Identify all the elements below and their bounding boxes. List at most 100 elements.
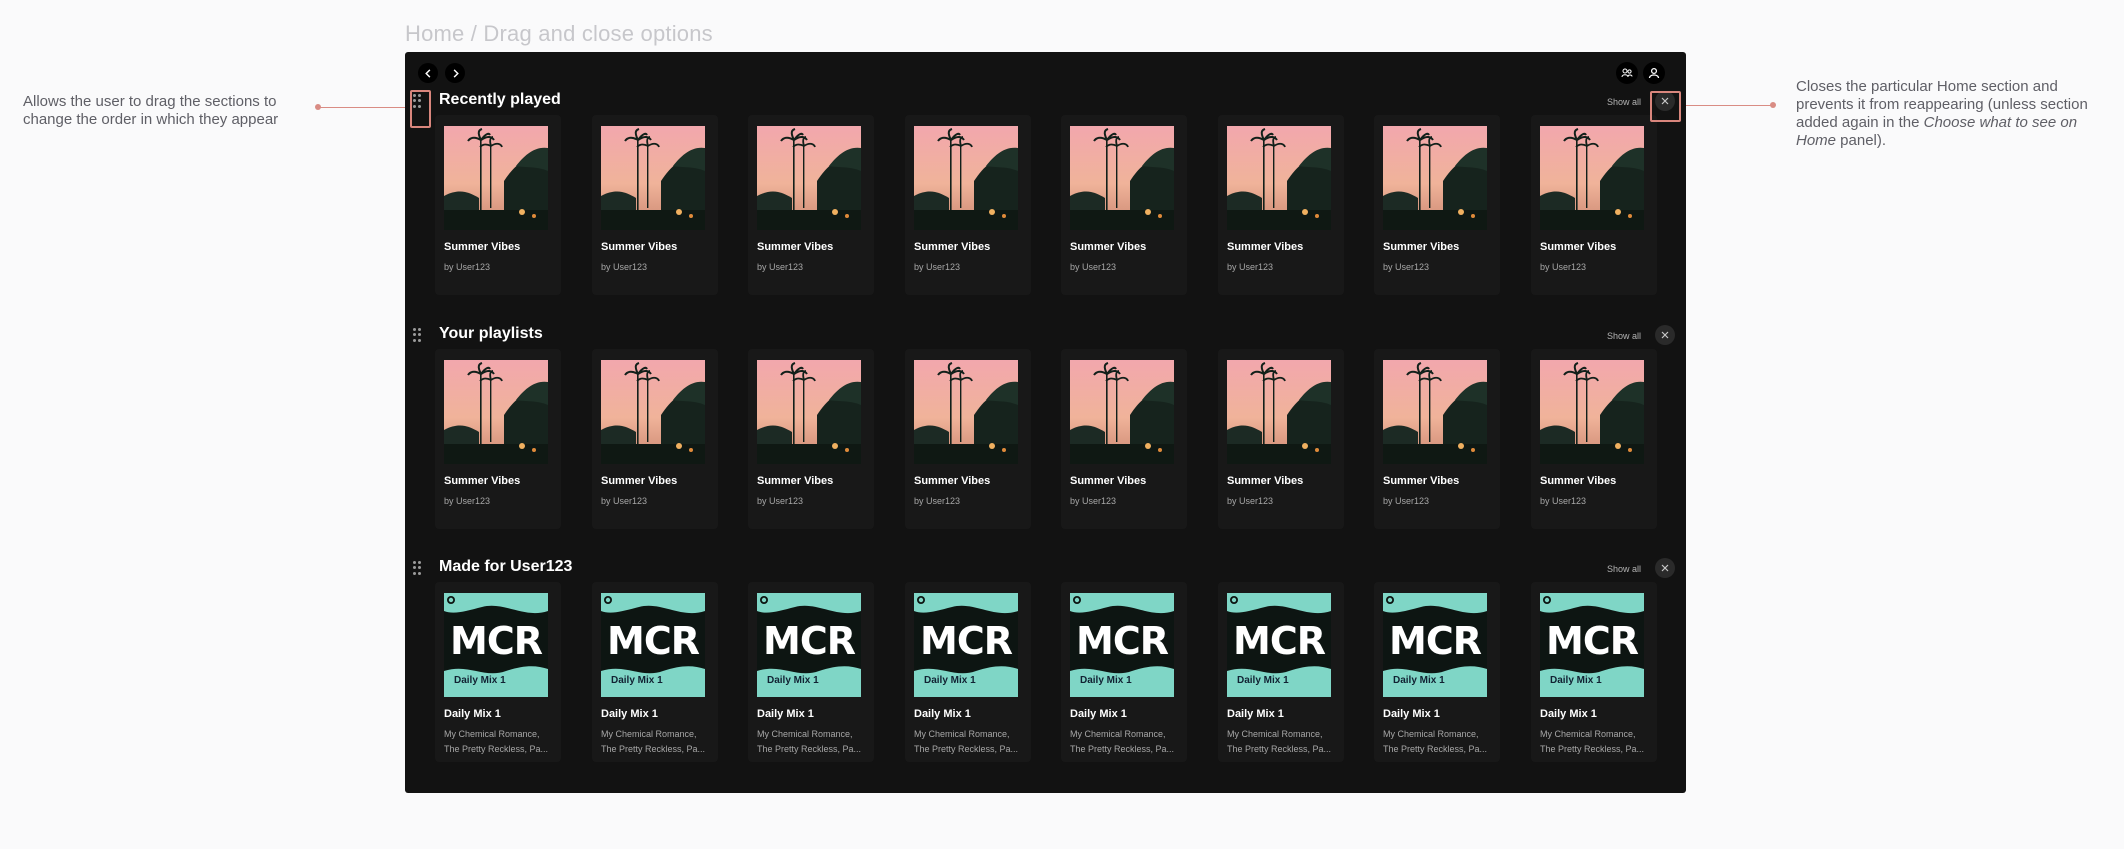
playlist-card[interactable]: Summer Vibes by User123 (1218, 115, 1344, 295)
user-button[interactable] (1643, 62, 1665, 84)
card-subtitle: by User123 (444, 262, 491, 272)
card-subtitle-line: My Chemical Romance, (1070, 729, 1166, 739)
summer-vibes-cover-image (601, 360, 705, 464)
card-subtitle: My Chemical Romance, The Pretty Reckless,… (1227, 727, 1335, 757)
cover-label: Daily Mix 1 (924, 675, 976, 686)
card-cover (757, 360, 861, 464)
card-cover (757, 126, 861, 230)
home-section: Recently played Show all Summer Vibes by … (405, 85, 1686, 319)
playlist-card[interactable]: MCR Daily Mix 1 Daily Mix 1 My Chemical Rom… (905, 582, 1031, 762)
card-cover (1540, 360, 1644, 464)
playlist-card[interactable]: Summer Vibes by User123 (435, 115, 561, 295)
playlist-card[interactable]: Summer Vibes by User123 (748, 115, 874, 295)
card-subtitle: by User123 (1070, 262, 1117, 272)
playlist-card[interactable]: Summer Vibes by User123 (1374, 349, 1500, 529)
card-subtitle-line: The Pretty Reckless, Pa... (1227, 744, 1332, 754)
show-all-link[interactable]: Show all (1607, 97, 1641, 107)
playlist-card[interactable]: Summer Vibes by User123 (905, 115, 1031, 295)
card-subtitle: by User123 (914, 262, 961, 272)
card-cover: MCR Daily Mix 1 (1227, 593, 1331, 697)
section-title: Recently played (439, 91, 561, 108)
cover-label: Daily Mix 1 (1393, 675, 1445, 686)
card-cover: MCR Daily Mix 1 (444, 593, 548, 697)
card-subtitle-line: My Chemical Romance, (444, 729, 540, 739)
forward-button[interactable] (445, 63, 465, 83)
section-title: Your playlists (439, 325, 543, 342)
card-cover (1383, 360, 1487, 464)
drag-handle-icon[interactable] (413, 328, 421, 342)
card-title: Summer Vibes (914, 475, 991, 487)
card-subtitle: by User123 (1540, 262, 1587, 272)
summer-vibes-cover-image (914, 360, 1018, 464)
card-cover (601, 126, 705, 230)
playlist-card[interactable]: Summer Vibes by User123 (1531, 349, 1657, 529)
playlist-card[interactable]: MCR Daily Mix 1 Daily Mix 1 My Chemical Rom… (592, 582, 718, 762)
card-title: Summer Vibes (1540, 475, 1617, 487)
annotation-close-line (1683, 105, 1773, 106)
close-section-button[interactable] (1655, 325, 1675, 345)
cover-word: MCR (1076, 619, 1169, 663)
card-cover (444, 126, 548, 230)
playlist-card[interactable]: Summer Vibes by User123 (592, 115, 718, 295)
card-subtitle: by User123 (1227, 496, 1274, 506)
card-title: Summer Vibes (1227, 475, 1304, 487)
close-section-button[interactable] (1655, 558, 1675, 578)
card-subtitle: by User123 (757, 496, 804, 506)
section-title: Made for User123 (439, 558, 573, 575)
card-title: Summer Vibes (1383, 475, 1460, 487)
home-section: Your playlists Show all Summer Vibes by U… (405, 319, 1686, 553)
card-subtitle: by User123 (1383, 262, 1430, 272)
cover-label: Daily Mix 1 (1550, 675, 1602, 686)
card-subtitle-line: The Pretty Reckless, Pa... (1383, 744, 1488, 754)
playlist-card[interactable]: Summer Vibes by User123 (1061, 115, 1187, 295)
playlist-card[interactable]: Summer Vibes by User123 (592, 349, 718, 529)
playlist-card[interactable]: Summer Vibes by User123 (905, 349, 1031, 529)
summer-vibes-cover-image (757, 126, 861, 230)
playlist-card[interactable]: Summer Vibes by User123 (1374, 115, 1500, 295)
show-all-link[interactable]: Show all (1607, 331, 1641, 341)
playlist-card[interactable]: MCR Daily Mix 1 Daily Mix 1 My Chemical Rom… (1374, 582, 1500, 762)
card-title: Summer Vibes (1070, 475, 1147, 487)
playlist-card[interactable]: Summer Vibes by User123 (1061, 349, 1187, 529)
playlist-card[interactable]: MCR Daily Mix 1 Daily Mix 1 My Chemical Rom… (1218, 582, 1344, 762)
close-icon (1661, 564, 1669, 572)
card-title: Summer Vibes (757, 475, 834, 487)
playlist-card[interactable]: Summer Vibes by User123 (1218, 349, 1344, 529)
show-all-link[interactable]: Show all (1607, 564, 1641, 574)
playlist-card[interactable]: Summer Vibes by User123 (1531, 115, 1657, 295)
cover-word: MCR (920, 619, 1013, 663)
card-cover: MCR Daily Mix 1 (1070, 593, 1174, 697)
playlist-card[interactable]: Summer Vibes by User123 (435, 349, 561, 529)
playlist-card[interactable]: Summer Vibes by User123 (748, 349, 874, 529)
summer-vibes-cover-image (601, 126, 705, 230)
playlist-card[interactable]: MCR Daily Mix 1 Daily Mix 1 My Chemical Rom… (435, 582, 561, 762)
card-subtitle: by User123 (1540, 496, 1587, 506)
card-title: Summer Vibes (444, 475, 521, 487)
summer-vibes-cover-image (1383, 360, 1487, 464)
playlist-card[interactable]: MCR Daily Mix 1 Daily Mix 1 My Chemical Rom… (748, 582, 874, 762)
friends-button[interactable] (1616, 62, 1638, 84)
drag-handle-icon[interactable] (413, 561, 421, 575)
card-subtitle: My Chemical Romance, The Pretty Reckless,… (914, 727, 1022, 757)
summer-vibes-cover-image (1227, 126, 1331, 230)
card-subtitle: by User123 (1070, 496, 1117, 506)
summer-vibes-cover-image (757, 360, 861, 464)
card-cover: MCR Daily Mix 1 (914, 593, 1018, 697)
card-title: Summer Vibes (757, 241, 834, 253)
playlist-card[interactable]: MCR Daily Mix 1 Daily Mix 1 My Chemical Rom… (1061, 582, 1187, 762)
back-button[interactable] (418, 63, 438, 83)
card-title: Summer Vibes (444, 241, 521, 253)
home-panel: Recently played Show all Summer Vibes by … (405, 52, 1686, 793)
card-title: Daily Mix 1 (757, 708, 814, 720)
cover-label: Daily Mix 1 (1080, 675, 1132, 686)
playlist-card[interactable]: MCR Daily Mix 1 Daily Mix 1 My Chemical Rom… (1531, 582, 1657, 762)
card-subtitle-line: My Chemical Romance, (1383, 729, 1479, 739)
card-title: Summer Vibes (1383, 241, 1460, 253)
card-title: Daily Mix 1 (1383, 708, 1440, 720)
card-subtitle-line: My Chemical Romance, (601, 729, 697, 739)
card-subtitle-line: My Chemical Romance, (914, 729, 1010, 739)
card-title: Daily Mix 1 (444, 708, 501, 720)
card-subtitle: by User123 (1383, 496, 1430, 506)
summer-vibes-cover-image (1540, 126, 1644, 230)
card-title: Summer Vibes (601, 475, 678, 487)
